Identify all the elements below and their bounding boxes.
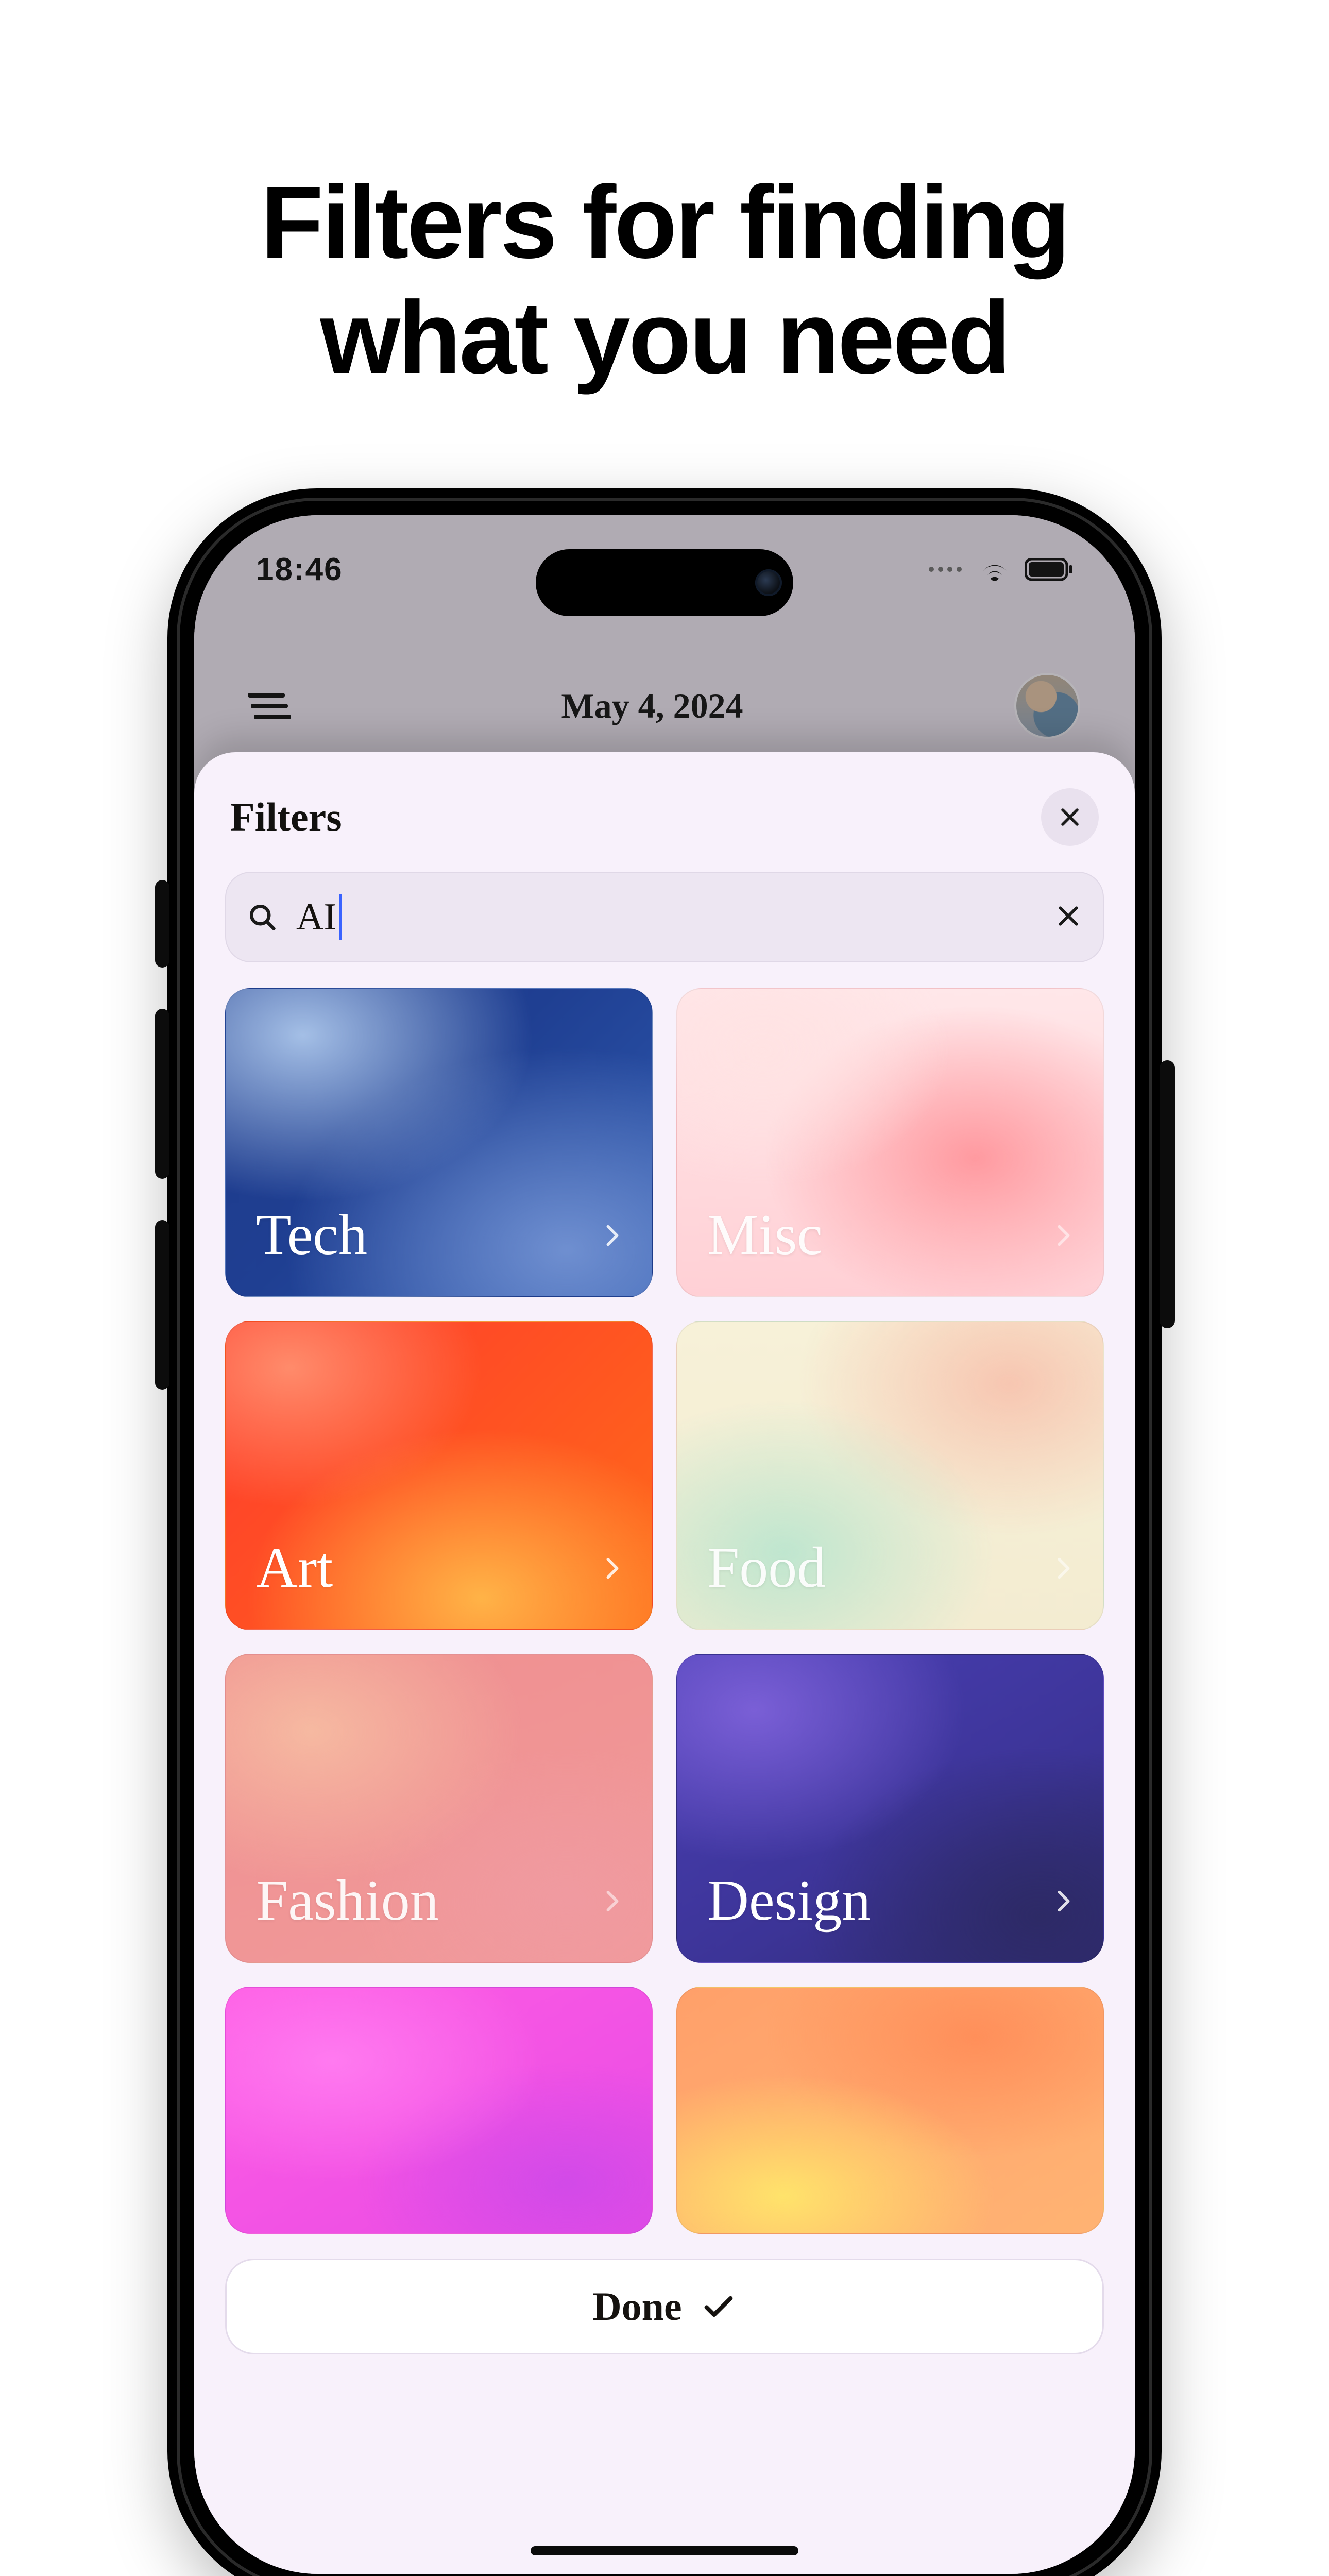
phone-screen: 18:46: [194, 515, 1135, 2574]
done-label: Done: [592, 2283, 681, 2330]
sheet-header: Filters: [225, 752, 1104, 872]
category-label: Tech: [256, 1202, 367, 1268]
category-label: Art: [256, 1535, 333, 1601]
category-card-tech[interactable]: Tech: [225, 988, 653, 1297]
category-card-fashion[interactable]: Fashion: [225, 1654, 653, 1963]
front-camera-icon: [755, 569, 782, 596]
menu-icon[interactable]: [251, 693, 288, 719]
chevron-right-icon: [1050, 1888, 1077, 1914]
text-caret: [339, 894, 342, 940]
device-volume-down: [155, 1220, 169, 1390]
category-card-design[interactable]: Design: [676, 1654, 1104, 1963]
home-indicator[interactable]: [531, 2546, 798, 2555]
device-power-button: [1160, 1060, 1175, 1328]
category-card-misc[interactable]: Misc: [676, 988, 1104, 1297]
done-bar: Done: [225, 2259, 1104, 2391]
device-side-switch: [155, 880, 169, 968]
filters-sheet: Filters AI: [194, 752, 1135, 2574]
wifi-icon: [978, 557, 1011, 582]
check-icon: [701, 2289, 737, 2325]
category-label: Design: [707, 1868, 871, 1934]
headline-line-1: Filters for finding: [0, 165, 1329, 280]
headline-line-2: what you need: [0, 280, 1329, 396]
background-app-header: May 4, 2024: [194, 659, 1135, 752]
marketing-headline: Filters for finding what you need: [0, 165, 1329, 396]
chevron-right-icon: [1050, 1555, 1077, 1582]
category-card-art[interactable]: Art: [225, 1321, 653, 1630]
close-icon: [1058, 805, 1082, 829]
phone-frame: 18:46: [167, 488, 1162, 2576]
category-grid: Tech Misc Ar: [225, 988, 1104, 2234]
close-button[interactable]: [1041, 788, 1099, 846]
search-icon: [247, 902, 278, 933]
chevron-right-icon: [1050, 1222, 1077, 1249]
category-card-partial-2[interactable]: [676, 1987, 1104, 2234]
search-wrap: AI: [225, 872, 1104, 962]
category-card-food[interactable]: Food: [676, 1321, 1104, 1630]
category-label: Misc: [707, 1202, 823, 1268]
sheet-title: Filters: [230, 794, 342, 840]
dynamic-island: [536, 549, 793, 616]
category-label: Fashion: [256, 1868, 439, 1934]
chevron-right-icon: [599, 1888, 626, 1914]
done-button[interactable]: Done: [225, 2259, 1104, 2354]
cellular-dots-icon: [929, 567, 962, 572]
search-input[interactable]: AI: [225, 872, 1104, 962]
background-date: May 4, 2024: [561, 686, 743, 726]
device-volume-up: [155, 1009, 169, 1179]
chevron-right-icon: [599, 1222, 626, 1249]
battery-icon: [1025, 558, 1073, 581]
category-label: Food: [707, 1535, 826, 1601]
chevron-right-icon: [599, 1555, 626, 1582]
avatar[interactable]: [1016, 675, 1078, 737]
status-icons: [929, 557, 1073, 582]
search-value-text: AI: [296, 894, 342, 940]
category-card-partial-1[interactable]: [225, 1987, 653, 2234]
status-time: 18:46: [256, 551, 343, 588]
clear-search-button[interactable]: [1054, 902, 1082, 933]
